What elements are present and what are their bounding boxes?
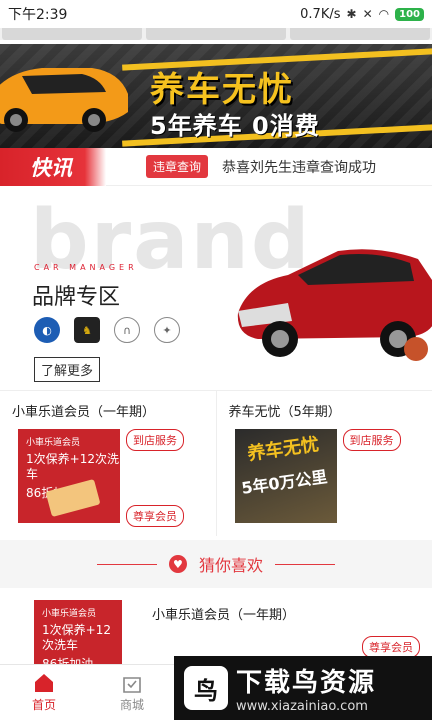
tab-mall[interactable]: 商城 [88, 665, 176, 720]
member-badge: 尊享会员 [126, 505, 184, 527]
card-graphic [45, 478, 101, 518]
home-icon [35, 673, 53, 692]
thumb-subtitle: 5年0万公里 [239, 467, 328, 498]
brand-logos: ◐ ♞ ∩ ✦ [34, 317, 180, 343]
product-thumbnail[interactable]: 小車乐道会员 1次保养+12次洗车 86折加油 [18, 429, 120, 523]
watermark-text: 下载鸟资源 www.xiazainiao.com [236, 662, 376, 714]
product-title: 小車乐道会员（一年期） [12, 405, 156, 420]
guess-label: 猜你喜欢 [198, 556, 263, 575]
status-bar: 下午2:39 0.7K/s ✱ ✕ ◠ 100 [0, 0, 432, 28]
product-card[interactable]: 养车无忧（5年期） 养车无忧 5年0万公里 到店服务 [215, 391, 432, 536]
bird-logo-icon: 鸟 [184, 666, 228, 710]
product-card[interactable]: 小車乐道会员（一年期） 小車乐道会员 1次保养+12次洗车 86折加油 到店服务… [0, 391, 216, 536]
product-title: 养车无忧（5年期） [228, 405, 341, 420]
service-badge: 到店服务 [126, 429, 184, 451]
brand-title: 品牌专区 [32, 285, 121, 310]
brand-section: brand CAR MANAGER 品牌专区 ◐ ♞ ∩ ✦ 了解更多 [0, 187, 432, 387]
member-badge: 尊享会员 [362, 636, 420, 658]
status-right: 0.7K/s ✱ ✕ ◠ 100 [300, 7, 424, 22]
wifi-icon: ◠ [378, 7, 390, 21]
thumb-label: 小車乐道会员 [42, 609, 97, 619]
news-ticker[interactable]: 快讯 违章查询 恭喜刘先生违章查询成功 [0, 147, 432, 186]
watermark-url: www.xiazainiao.com [236, 699, 368, 714]
product-grid: 小車乐道会员（一年期） 小車乐道会员 1次保养+12次洗车 86折加油 到店服务… [0, 390, 432, 536]
thumb-text: 1次保养+12次洗车 [26, 452, 119, 481]
top-tab-1[interactable] [2, 28, 142, 40]
tab-home-label: 首页 [31, 697, 56, 712]
learn-more-button[interactable]: 了解更多 [34, 357, 101, 382]
shopping-bag-icon [123, 676, 141, 693]
divider [96, 563, 157, 565]
promo-banner[interactable]: 养车无忧 5年养车 0消费 [0, 44, 432, 148]
banner-subtitle: 5年养车 0消费 [150, 112, 320, 140]
bmw-logo-icon[interactable]: ◐ [34, 317, 60, 343]
top-tab-strip [0, 28, 432, 40]
banner-title: 养车无忧 [150, 70, 294, 110]
top-tab-2[interactable] [146, 28, 286, 40]
status-time: 下午2:39 [8, 7, 68, 23]
item-thumbnail[interactable]: 小車乐道会员 1次保养+12次洗车 86折加油 [34, 600, 122, 672]
service-badge: 到店服务 [342, 429, 401, 451]
thumb-text: 1次保养+12次洗车 [42, 623, 111, 652]
heart-icon: ♥ [168, 555, 187, 573]
sports-car-image [0, 68, 128, 132]
suv-car-image [237, 249, 432, 361]
mute-icon: ✕ [362, 7, 373, 21]
tab-home[interactable]: 首页 [0, 665, 88, 720]
news-tag[interactable]: 违章查询 [146, 155, 209, 178]
mercedes-logo-icon[interactable]: ✦ [154, 317, 180, 343]
watermark-title: 下载鸟资源 [236, 668, 377, 698]
item-title: 小車乐道会员（一年期） [152, 608, 296, 623]
thumb-title: 养车无忧 [245, 434, 320, 465]
news-message[interactable]: 恭喜刘先生违章查询成功 [222, 157, 376, 177]
product-thumbnail[interactable]: 养车无忧 5年0万公里 [234, 429, 337, 523]
divider [275, 563, 335, 565]
news-logo: 快讯 [0, 147, 106, 186]
network-speed: 0.7K/s [300, 6, 341, 22]
top-tab-3[interactable] [290, 28, 430, 40]
battery-icon: 100 [395, 7, 424, 21]
guess-header: ♥ 猜你喜欢 [0, 540, 432, 588]
infiniti-logo-icon[interactable]: ∩ [114, 317, 140, 343]
bluetooth-icon: ✱ [346, 7, 357, 21]
lamborghini-logo-icon[interactable]: ♞ [74, 317, 100, 343]
tab-mall-label: 商城 [119, 697, 144, 712]
brand-sub-label: CAR MANAGER [34, 263, 138, 272]
thumb-label: 小車乐道会员 [26, 438, 81, 448]
site-watermark: 鸟 下载鸟资源 www.xiazainiao.com [174, 656, 432, 720]
